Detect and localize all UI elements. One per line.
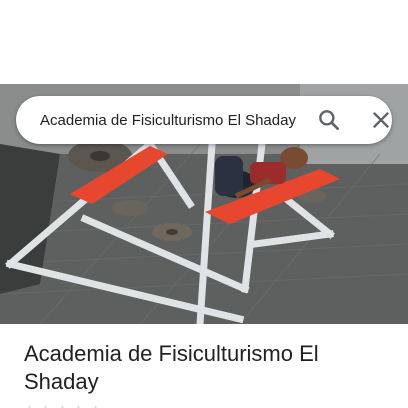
star-icon xyxy=(93,404,97,408)
star-icon xyxy=(77,404,81,408)
search-button[interactable] xyxy=(316,107,342,133)
place-panel: Academia de Fisiculturismo El Shaday xyxy=(0,0,408,408)
close-button[interactable] xyxy=(368,107,394,133)
star-icon xyxy=(28,404,31,408)
star-icon xyxy=(61,404,64,408)
search-input[interactable] xyxy=(40,106,304,134)
close-icon xyxy=(373,112,389,128)
search-icon xyxy=(319,110,339,130)
place-title: Academia de Fisiculturismo El Shaday xyxy=(24,341,319,394)
search-bar xyxy=(16,96,392,144)
top-spacer xyxy=(0,0,408,84)
star-icon xyxy=(44,404,48,408)
rating-stars xyxy=(24,404,102,408)
